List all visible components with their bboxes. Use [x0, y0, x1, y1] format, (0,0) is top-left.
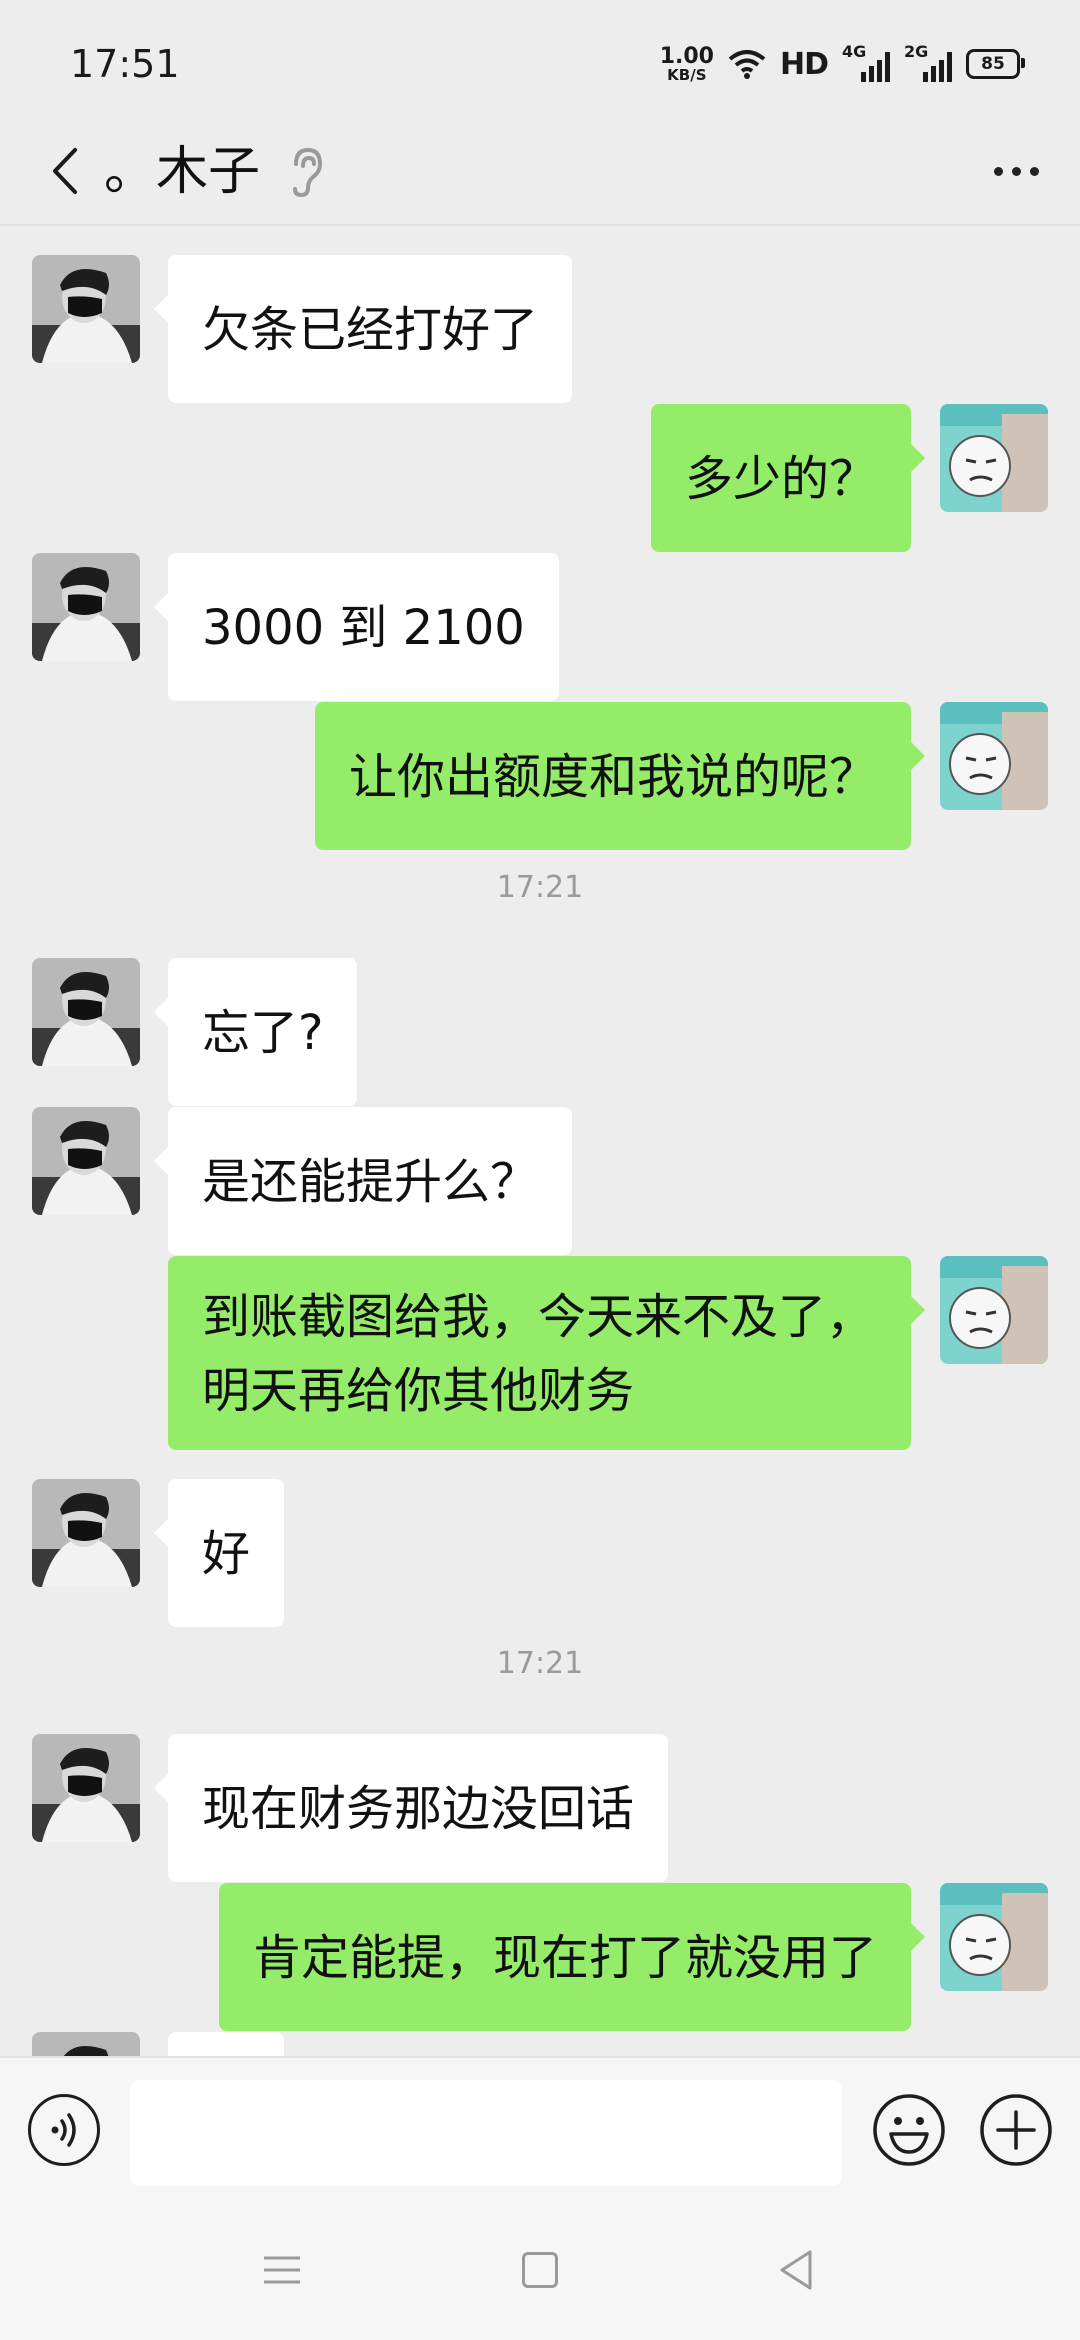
- message-bubble-incoming[interactable]: 是还能提升么？: [153, 1107, 573, 1255]
- message-bubble-incoming[interactable]: 好: [153, 1479, 285, 1627]
- message-bubble-incoming[interactable]: [168, 2032, 284, 2056]
- status-icons: 1.00 KB/S HD 4G 2G 85: [659, 42, 1025, 84]
- ear-icon: [293, 147, 323, 198]
- plus-icon[interactable]: [978, 2092, 1054, 2168]
- my-avatar[interactable]: [940, 1883, 1048, 1991]
- message-text: 忘了?: [202, 1005, 324, 1061]
- back-button[interactable]: [30, 136, 100, 206]
- contact-avatar[interactable]: [32, 958, 140, 1066]
- message-bubble-incoming[interactable]: 欠条已经打好了: [153, 255, 573, 403]
- message-bubble-incoming[interactable]: 现在财务那边没回话: [153, 1734, 669, 1882]
- message-text: 现在财务那边没回话: [202, 1781, 635, 1837]
- system-nav-bar: [0, 2208, 1080, 2340]
- battery-icon: 85: [966, 49, 1025, 79]
- my-avatar[interactable]: [940, 404, 1048, 512]
- message-text: 好: [202, 1526, 251, 1582]
- message-bubble-outgoing[interactable]: 让你出额度和我说的呢？: [314, 702, 926, 850]
- voice-icon: [51, 2113, 76, 2147]
- home-square-icon[interactable]: [522, 2252, 558, 2288]
- back-triangle-icon[interactable]: [776, 2248, 816, 2292]
- network-speed-value: 1.00: [659, 43, 714, 69]
- message-bubble-incoming[interactable]: 3000 到 2100: [154, 553, 559, 701]
- hd-indicator: HD: [779, 46, 829, 82]
- wifi-icon: [728, 50, 766, 79]
- message-text: 到账截图给我，今天来不及了，明天再给你其他财务: [202, 1289, 875, 1419]
- message-text: 欠条已经打好了: [202, 302, 539, 358]
- message-text: 多少的？: [684, 451, 877, 507]
- battery-level: 85: [981, 54, 1005, 74]
- status-bar: 17:51 1.00 KB/S HD 4G 2G 85: [0, 0, 1080, 120]
- menu-icon[interactable]: [262, 2252, 302, 2288]
- message-bubble-incoming[interactable]: 忘了?: [153, 958, 358, 1106]
- chat-title[interactable]: 。木子: [104, 130, 260, 214]
- my-avatar[interactable]: [940, 702, 1048, 810]
- message-bubble-outgoing[interactable]: 多少的？: [650, 404, 926, 552]
- chat-area[interactable]: 欠条已经打好了 多少的？ 3000 到 2100 让你出额度和我说的呢？ 17:…: [0, 226, 1080, 2056]
- message-text: 3000 到 2100: [202, 600, 525, 656]
- input-bar: [0, 2056, 1080, 2210]
- emoji-icon[interactable]: [871, 2092, 947, 2168]
- more-button[interactable]: [976, 136, 1056, 206]
- message-input[interactable]: [130, 2080, 842, 2186]
- contact-avatar[interactable]: [32, 255, 140, 363]
- message-bubble-outgoing[interactable]: 到账截图给我，今天来不及了，明天再给你其他财务: [168, 1256, 925, 1450]
- contact-avatar[interactable]: [32, 2032, 140, 2056]
- message-bubble-outgoing[interactable]: 肯定能提，现在打了就没用了: [218, 1883, 926, 2031]
- signal-4g-icon: 4G: [842, 42, 890, 82]
- contact-avatar[interactable]: [32, 1734, 140, 1842]
- voice-button[interactable]: [28, 2094, 100, 2166]
- message-text: 是还能提升么？: [202, 1154, 539, 1210]
- timestamp: 17:21: [496, 870, 584, 905]
- contact-avatar[interactable]: [32, 1479, 140, 1587]
- status-time: 17:51: [70, 42, 180, 86]
- contact-avatar[interactable]: [32, 553, 140, 661]
- contact-avatar[interactable]: [32, 1107, 140, 1215]
- more-dots-icon: [993, 166, 1003, 176]
- network-speed: 1.00 KB/S: [659, 43, 714, 84]
- chat-header: 。木子: [0, 120, 1080, 226]
- timestamp: 17:21: [496, 1646, 584, 1681]
- network-speed-unit: KB/S: [667, 65, 707, 84]
- message-text: 肯定能提，现在打了就没用了: [252, 1930, 877, 1986]
- my-avatar[interactable]: [940, 1256, 1048, 1364]
- signal-2g-icon: 2G: [904, 42, 952, 82]
- chevron-left-icon: [53, 148, 77, 194]
- message-text: 让你出额度和我说的呢？: [348, 749, 877, 805]
